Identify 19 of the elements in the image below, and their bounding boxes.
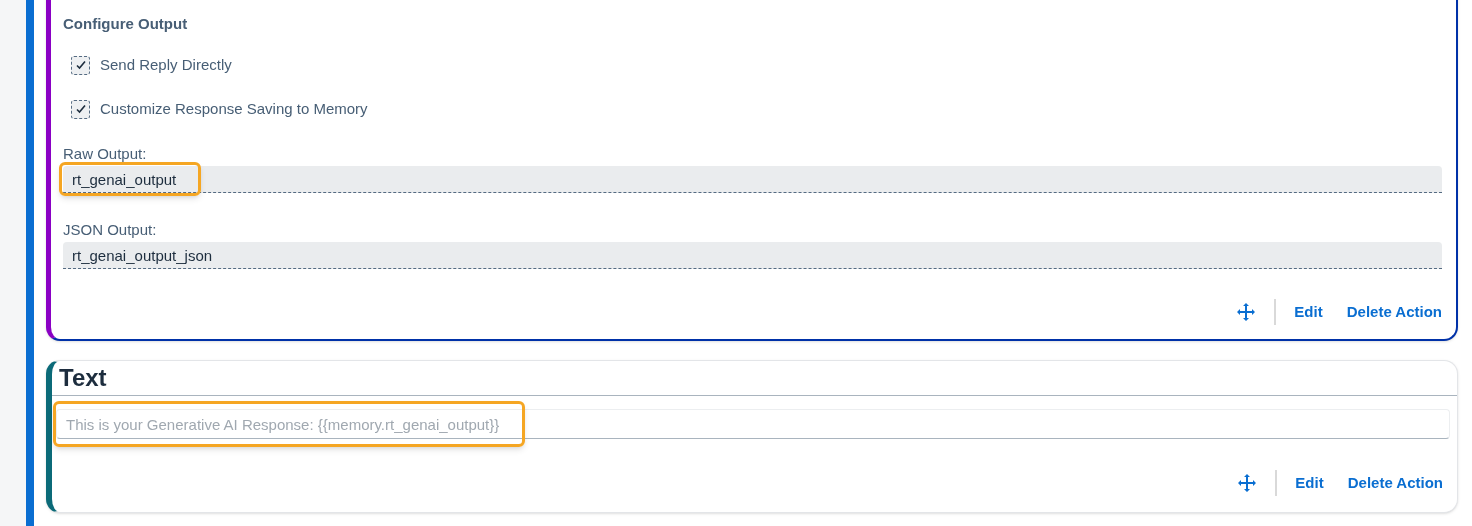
field-label: Raw Output: [63,144,148,164]
delete-action-link[interactable]: Delete Action [1346,300,1442,324]
move-icon[interactable] [1237,473,1258,493]
delete-action-link[interactable]: Delete Action [1347,471,1443,495]
field-label: JSON Output: [63,220,158,240]
checkbox[interactable] [71,99,90,119]
edit-link[interactable]: Edit [1294,300,1323,324]
card-title: Text [58,363,108,393]
move-icon[interactable] [1236,302,1257,322]
checkbox-label: Customize Response Saving to Memory [100,99,368,119]
edit-link[interactable]: Edit [1295,471,1324,495]
checkmark-icon [74,59,87,71]
text-field[interactable]: rt_genai_output_json [63,242,1442,269]
checkmark-icon [74,103,87,115]
checkbox[interactable] [71,55,90,75]
checkbox-label: Send Reply Directly [100,55,232,75]
section-heading: Configure Output [63,14,189,34]
text-field[interactable]: rt_genai_output [63,166,1442,193]
text-field[interactable]: This is your Generative AI Response: {{memory.rt_genai_output}} [56,409,1450,439]
